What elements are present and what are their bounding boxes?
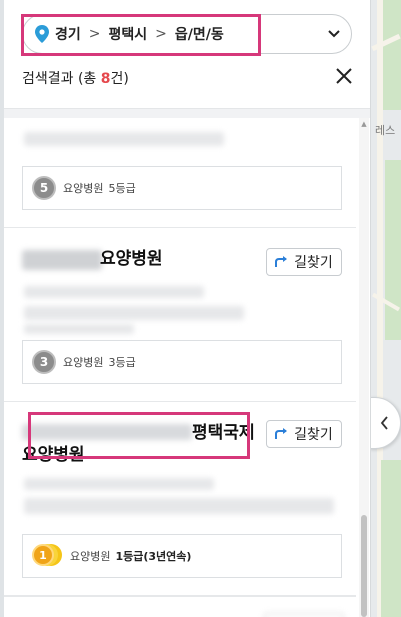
grade-value: 3등급 <box>108 356 136 369</box>
grade-value: 1등급(3년연속) <box>115 550 192 563</box>
hospital-title[interactable]: 요양병원 <box>100 248 163 270</box>
list-item[interactable]: 5 요양병원 5등급 <box>4 118 356 228</box>
directions-button-partial[interactable] <box>264 613 344 617</box>
scroll-up-arrow-icon[interactable]: ▲ <box>359 118 369 130</box>
panel-header: 경기 > 평택시 > 읍/면/동 검색결과 (총 8건) <box>4 0 370 108</box>
map-view[interactable] <box>371 0 401 617</box>
blurred-text <box>24 478 214 490</box>
list-item[interactable]: 요양병원 길찾기 3 요양병원 3등급 <box>4 228 356 402</box>
grade-badge: 5 <box>32 176 56 200</box>
result-count-label: 검색결과 (총 8건) <box>22 71 129 87</box>
blurred-text <box>24 306 244 320</box>
map-place-label: 레스 <box>375 124 396 137</box>
blurred-text <box>24 498 334 514</box>
chevron-down-icon[interactable] <box>327 27 341 41</box>
results-list: 5 요양병원 5등급 요양병원 길찾기 3 요양병원 3등급 평택국제 요양병원… <box>4 118 370 617</box>
chevron-left-icon <box>380 416 388 430</box>
header-divider <box>4 108 370 118</box>
turn-right-icon <box>275 256 288 267</box>
map-park <box>383 0 401 110</box>
blurred-text <box>24 324 134 334</box>
gold-grade-badge: 1 <box>32 543 62 569</box>
directions-label: 길찾기 <box>294 427 333 443</box>
grade-box: 1 요양병원 1등급(3년연속) <box>22 534 342 578</box>
grade-box: 5 요양병원 5등급 <box>22 166 342 210</box>
turn-right-icon <box>275 428 288 439</box>
directions-label: 길찾기 <box>294 255 333 271</box>
blurred-text <box>24 132 224 146</box>
blurred-title <box>22 250 102 270</box>
map-park <box>385 160 401 340</box>
close-icon[interactable] <box>334 66 354 86</box>
directions-button[interactable]: 길찾기 <box>266 420 342 448</box>
blurred-text <box>24 286 204 298</box>
location-highlight-box <box>21 14 261 56</box>
list-item[interactable] <box>4 596 356 617</box>
result-count: 8 <box>100 71 111 87</box>
grade-badge: 3 <box>32 350 56 374</box>
map-park <box>381 460 401 617</box>
grade-type: 요양병원 <box>70 550 111 563</box>
grade-value: 5등급 <box>108 182 136 195</box>
grade-type: 요양병원 <box>63 182 104 195</box>
grade-box: 3 요양병원 3등급 <box>22 340 342 384</box>
grade-highlight-box <box>28 412 250 459</box>
scrollbar-thumb[interactable] <box>361 515 367 617</box>
directions-button[interactable]: 길찾기 <box>266 248 342 276</box>
grade-type: 요양병원 <box>63 356 104 369</box>
search-panel: 경기 > 평택시 > 읍/면/동 검색결과 (총 8건) 5 요양병원 5등급 … <box>4 0 371 617</box>
